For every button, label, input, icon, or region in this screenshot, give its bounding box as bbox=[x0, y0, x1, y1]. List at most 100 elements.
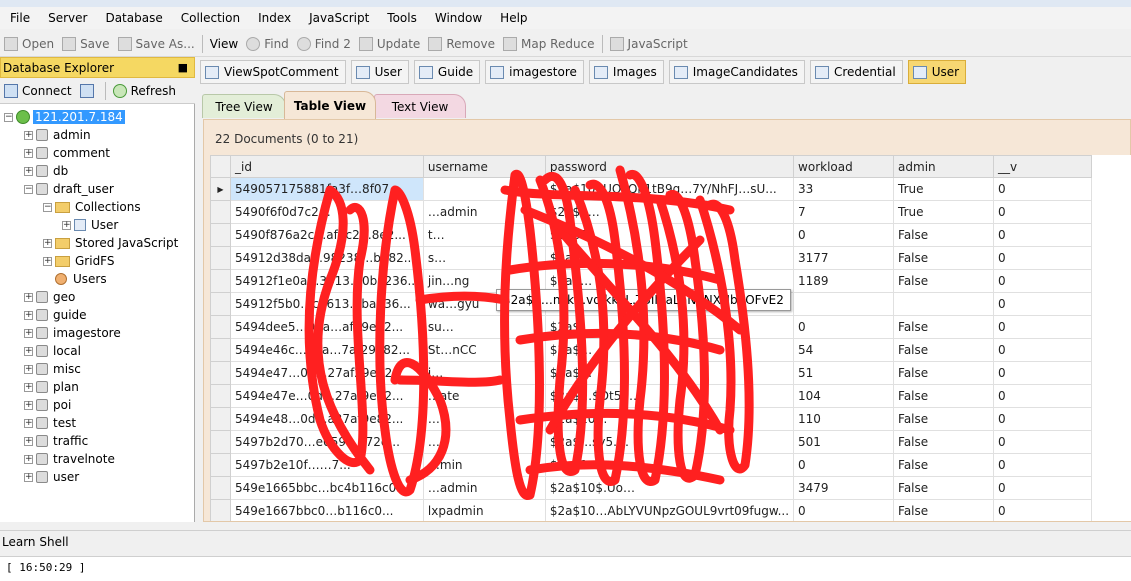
row-header[interactable] bbox=[210, 384, 231, 408]
menu-window[interactable]: Window bbox=[425, 11, 490, 25]
tab-guide[interactable]: Guide bbox=[413, 60, 481, 84]
refresh-button[interactable]: Refresh bbox=[109, 81, 180, 102]
expand-icon[interactable]: + bbox=[24, 346, 33, 356]
table-row[interactable]: ▶ 549057175881fa3f…8f07 $2a$10$UOYQk1tB9g…… bbox=[210, 177, 1093, 201]
disconnect-button[interactable] bbox=[76, 81, 102, 102]
table-row[interactable]: 5494dee5…0da…af29e82... su… $2a$… 0 False 0 bbox=[210, 315, 1093, 339]
expand-icon[interactable]: + bbox=[24, 148, 33, 158]
cell-workload[interactable]: 501 bbox=[793, 430, 895, 454]
cell-password[interactable]: $2a$10… bbox=[544, 407, 795, 431]
cell-admin[interactable]: False bbox=[893, 499, 995, 521]
tree-stored-javascript[interactable]: + Stored JavaScript bbox=[43, 234, 178, 252]
cell-admin[interactable]: False bbox=[893, 269, 995, 293]
cell-v[interactable]: 0 bbox=[993, 200, 1093, 224]
table-row[interactable]: 5494e47e…0d…27af9e82... …ate $2a$…$Dt52… 10… bbox=[210, 384, 1093, 408]
tree-db-traffic[interactable]: + traffic bbox=[24, 432, 88, 450]
expand-icon[interactable]: + bbox=[24, 328, 33, 338]
cell-id[interactable]: 5497b2d70…e0593…72d... bbox=[230, 430, 424, 454]
expand-icon[interactable]: + bbox=[24, 364, 33, 374]
row-header[interactable] bbox=[210, 315, 231, 339]
tree-db-test[interactable]: + test bbox=[24, 414, 76, 432]
cell-workload[interactable]: 3177 bbox=[793, 246, 895, 270]
tab-text-view[interactable]: Text View bbox=[374, 94, 466, 118]
cell-admin[interactable]: True bbox=[893, 177, 995, 201]
collapse-icon[interactable]: − bbox=[24, 184, 33, 194]
cell-username[interactable]: …admin bbox=[422, 200, 546, 224]
cell-v[interactable]: 0 bbox=[993, 407, 1093, 431]
shell-output[interactable]: [ 16:50:29 ] bbox=[0, 556, 1131, 581]
cell-workload[interactable]: 7 bbox=[793, 200, 895, 224]
cell-password[interactable]: $2a$10$.Uo… bbox=[544, 476, 795, 500]
cell-id[interactable]: 5494e48…0d…a27af9e82... bbox=[230, 407, 424, 431]
cell-admin[interactable]: False bbox=[893, 361, 995, 385]
menu-file[interactable]: File bbox=[0, 11, 38, 25]
expand-icon[interactable]: + bbox=[24, 130, 33, 140]
tree-collection-user[interactable]: + User bbox=[62, 216, 118, 234]
menu-help[interactable]: Help bbox=[490, 11, 535, 25]
row-header[interactable] bbox=[210, 246, 231, 270]
tree-db-misc[interactable]: + misc bbox=[24, 360, 81, 378]
expand-icon[interactable]: + bbox=[24, 418, 33, 428]
table-row[interactable]: 5494e47…0d…27af29e82... i… $2a$… 51 False 0 bbox=[210, 361, 1093, 385]
cell-username[interactable]: …admin bbox=[422, 476, 546, 500]
menu-collection[interactable]: Collection bbox=[171, 11, 248, 25]
menu-index[interactable]: Index bbox=[248, 11, 299, 25]
expand-icon[interactable]: + bbox=[43, 238, 52, 248]
cell-workload[interactable]: 0 bbox=[793, 315, 895, 339]
row-header[interactable] bbox=[210, 200, 231, 224]
tree-db-local[interactable]: + local bbox=[24, 342, 81, 360]
cell-admin[interactable]: False bbox=[893, 476, 995, 500]
tree-gridfs[interactable]: + GridFS bbox=[43, 252, 115, 270]
update-button[interactable]: Update bbox=[355, 33, 424, 54]
row-header[interactable] bbox=[210, 223, 231, 247]
cell-username[interactable]: i… bbox=[422, 361, 546, 385]
table-row[interactable]: 5490f6f0d7c2… …admin $2a$1… 7 True 0 bbox=[210, 200, 1093, 224]
cell-workload[interactable]: 0 bbox=[793, 223, 895, 247]
cell-workload[interactable]: 54 bbox=[793, 338, 895, 362]
expand-icon[interactable]: + bbox=[24, 166, 33, 176]
cell-id[interactable]: 549e1667bbc0…b116c0... bbox=[230, 499, 424, 521]
column-header-admin[interactable]: admin bbox=[893, 155, 995, 178]
cell-workload[interactable]: 0 bbox=[793, 499, 895, 521]
cell-workload[interactable]: 104 bbox=[793, 384, 895, 408]
expand-icon[interactable]: + bbox=[24, 472, 33, 482]
cell-admin[interactable]: False bbox=[893, 384, 995, 408]
cell-v[interactable]: 0 bbox=[993, 476, 1093, 500]
row-header[interactable] bbox=[210, 292, 231, 316]
cell-username[interactable]: …ate bbox=[422, 384, 546, 408]
cell-username[interactable]: … bbox=[422, 430, 546, 454]
menu-javascript[interactable]: JavaScript bbox=[299, 11, 377, 25]
pin-icon[interactable]: ■ bbox=[178, 61, 188, 74]
expand-icon[interactable]: + bbox=[24, 310, 33, 320]
cell-v[interactable]: 0 bbox=[993, 177, 1093, 201]
tab-tree-view[interactable]: Tree View bbox=[202, 94, 286, 118]
cell-username[interactable]: St…nCC bbox=[422, 338, 546, 362]
table-row[interactable]: 54912d38da…98238…b482... s… $2a$1… 3177 Fals… bbox=[210, 246, 1093, 270]
cell-id[interactable]: 5494e47…0d…27af29e82... bbox=[230, 361, 424, 385]
cell-v[interactable]: 0 bbox=[993, 223, 1093, 247]
tree-db-plan[interactable]: + plan bbox=[24, 378, 79, 396]
tab-user[interactable]: User bbox=[350, 60, 409, 84]
cell-admin[interactable] bbox=[893, 292, 995, 316]
column-header-id[interactable]: _id bbox=[230, 155, 424, 178]
cell-password[interactable]: $2a$… bbox=[544, 338, 795, 362]
cell-id[interactable]: 5494e47e…0d…27af9e82... bbox=[230, 384, 424, 408]
cell-workload[interactable]: 3479 bbox=[793, 476, 895, 500]
menu-tools[interactable]: Tools bbox=[377, 11, 425, 25]
cell-v[interactable]: 0 bbox=[993, 246, 1093, 270]
save-button[interactable]: Save bbox=[58, 33, 113, 54]
cell-v[interactable]: 0 bbox=[993, 499, 1093, 521]
cell-v[interactable]: 0 bbox=[993, 338, 1093, 362]
tree-db-user[interactable]: + user bbox=[24, 468, 79, 486]
tab-imagestore[interactable]: imagestore bbox=[485, 60, 584, 84]
cell-username[interactable] bbox=[422, 177, 546, 201]
cell-password[interactable]: $2a$… bbox=[544, 315, 795, 339]
tree-db-admin[interactable]: + admin bbox=[24, 126, 91, 144]
expand-icon[interactable]: + bbox=[24, 436, 33, 446]
cell-id[interactable]: 5490f6f0d7c2… bbox=[230, 200, 424, 224]
tree-db-poi[interactable]: + poi bbox=[24, 396, 71, 414]
cell-admin[interactable]: False bbox=[893, 430, 995, 454]
tree-db-geo[interactable]: + geo bbox=[24, 288, 75, 306]
cell-id[interactable]: 54912f5b0…c3613…ba236... bbox=[230, 292, 424, 316]
cell-username[interactable]: … bbox=[422, 407, 546, 431]
